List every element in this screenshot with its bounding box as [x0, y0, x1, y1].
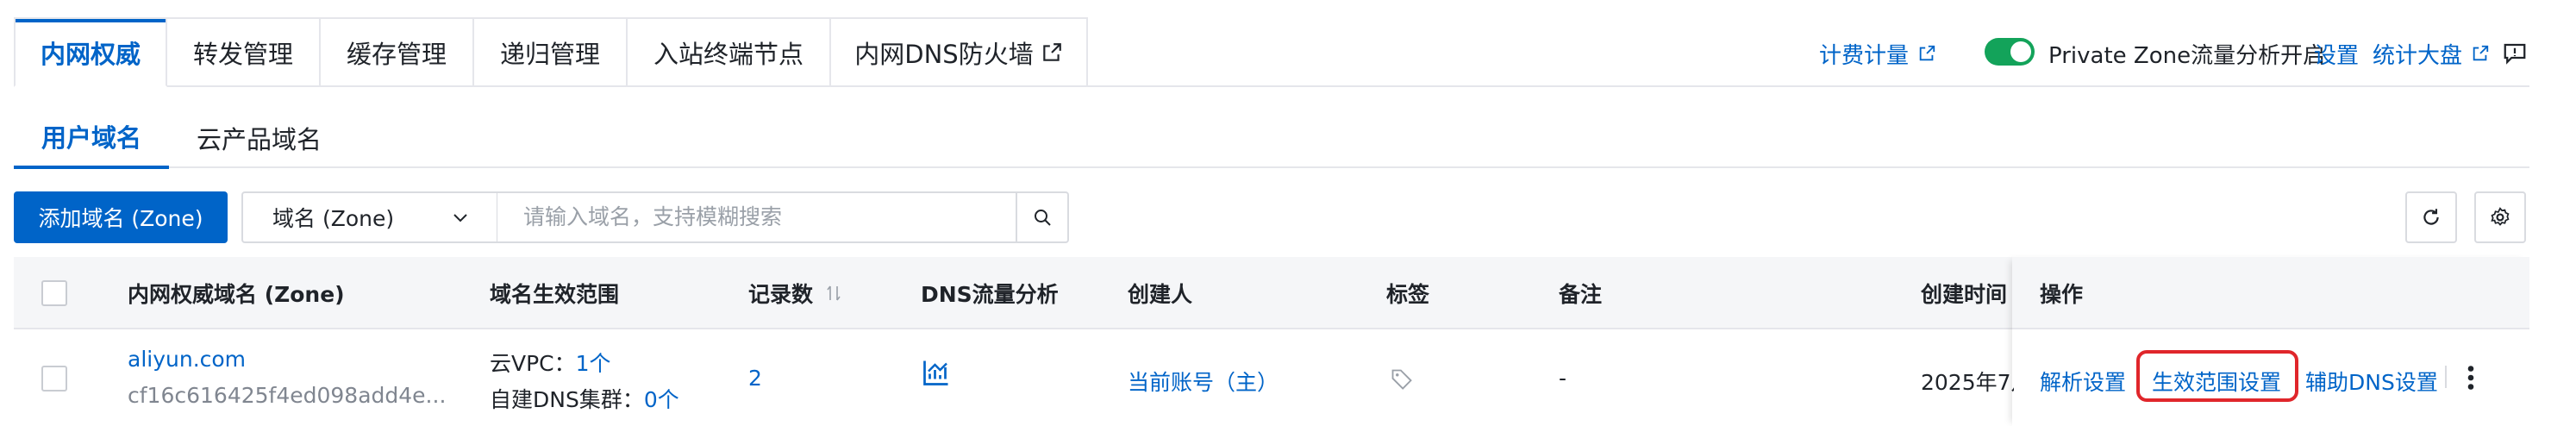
header-creator: 创建人 [1128, 282, 1193, 307]
chevron-down-icon [453, 214, 467, 222]
tab-user-domains[interactable]: 用户域名 [14, 107, 170, 169]
traffic-analysis-label: Private Zone流量分析开启 [2048, 42, 2326, 69]
scope-vpc-count-link[interactable]: 1个 [576, 351, 611, 376]
sort-icon [827, 285, 841, 301]
top-tab-divider [1088, 85, 2529, 87]
top-tab-bar: 内网权威 转发管理 缓存管理 递归管理 入站终端节点 内网DNS防火墙 [14, 17, 1088, 87]
remark-value: - [1559, 366, 1567, 391]
creator-link[interactable]: 当前账号（主） [1128, 366, 1279, 397]
traffic-analysis-toggle[interactable] [1985, 38, 2035, 66]
tab-cache-management[interactable]: 缓存管理 [321, 17, 474, 87]
tab-recursive-management[interactable]: 递归管理 [474, 17, 628, 87]
tag-icon[interactable] [1390, 367, 1414, 397]
sub-tab-divider [14, 166, 2529, 168]
search-icon [1035, 210, 1051, 226]
more-actions-icon[interactable] [2462, 362, 2479, 398]
action-separator [2445, 366, 2447, 388]
zone-name-link[interactable]: aliyun.com [128, 347, 246, 372]
feedback-icon[interactable] [2502, 36, 2528, 71]
resolve-settings-link[interactable]: 解析设置 [2040, 366, 2126, 397]
refresh-icon [2423, 209, 2439, 225]
table-header: 内网权威域名 (Zone) 域名生效范围 记录数 DNS流量分析 创建人 标签 … [14, 257, 2529, 329]
search-input[interactable] [497, 191, 1017, 243]
table-settings-button[interactable] [2474, 191, 2526, 243]
tab-dns-firewall[interactable]: 内网DNS防火墙 [831, 17, 1088, 87]
dashboard-link[interactable]: 统计大盘 [2373, 36, 2490, 71]
header-scope: 域名生效范围 [490, 282, 620, 307]
external-link-icon [1042, 42, 1061, 61]
gear-icon [2491, 207, 2510, 226]
header-zone: 内网权威域名 (Zone) [128, 282, 345, 307]
select-all-checkbox[interactable] [41, 280, 67, 306]
action-separator [2136, 366, 2138, 388]
row-checkbox[interactable] [41, 366, 67, 392]
scope-cluster-count-link[interactable]: 0个 [644, 387, 679, 412]
header-created: 创建时间 [1921, 282, 2008, 307]
header-tags: 标签 [1386, 282, 1430, 307]
scope-vpc: 云VPC：1个 [490, 351, 611, 376]
header-dns-analysis: DNS流量分析 [921, 282, 1059, 307]
tab-forward-management[interactable]: 转发管理 [167, 17, 321, 87]
tab-cloud-product-domains[interactable]: 云产品域名 [169, 107, 349, 169]
external-link-icon [2473, 45, 2489, 61]
created-time: 2025年7月 [1921, 370, 2024, 395]
refresh-button[interactable] [2405, 191, 2457, 243]
zone-id: cf16c616425f4ed098add4e... [128, 383, 447, 408]
assist-dns-settings-link[interactable]: 辅助DNS设置 [2305, 366, 2438, 397]
records-count-link[interactable]: 2 [748, 366, 762, 391]
external-link-icon [1919, 45, 1935, 61]
settings-link[interactable]: 设置 [2314, 36, 2359, 71]
sub-tab-bar: 用户域名 云产品域名 [14, 107, 349, 169]
tab-inbound-endpoint[interactable]: 入站终端节点 [628, 17, 831, 87]
header-records[interactable]: 记录数 [748, 257, 844, 329]
billing-link[interactable]: 计费计量 [1819, 36, 1936, 71]
dns-analysis-chart-icon[interactable] [921, 357, 952, 393]
tab-internal-authority[interactable]: 内网权威 [14, 17, 167, 87]
search-button[interactable] [1016, 191, 1069, 243]
scope-cluster: 自建DNS集群：0个 [490, 387, 679, 412]
scope-settings-link[interactable]: 生效范围设置 [2152, 366, 2281, 397]
add-zone-button[interactable]: 添加域名 (Zone) [14, 191, 228, 243]
header-remark: 备注 [1559, 282, 1603, 307]
filter-select[interactable]: 域名 (Zone) [241, 191, 498, 243]
header-actions: 操作 [2040, 282, 2084, 307]
